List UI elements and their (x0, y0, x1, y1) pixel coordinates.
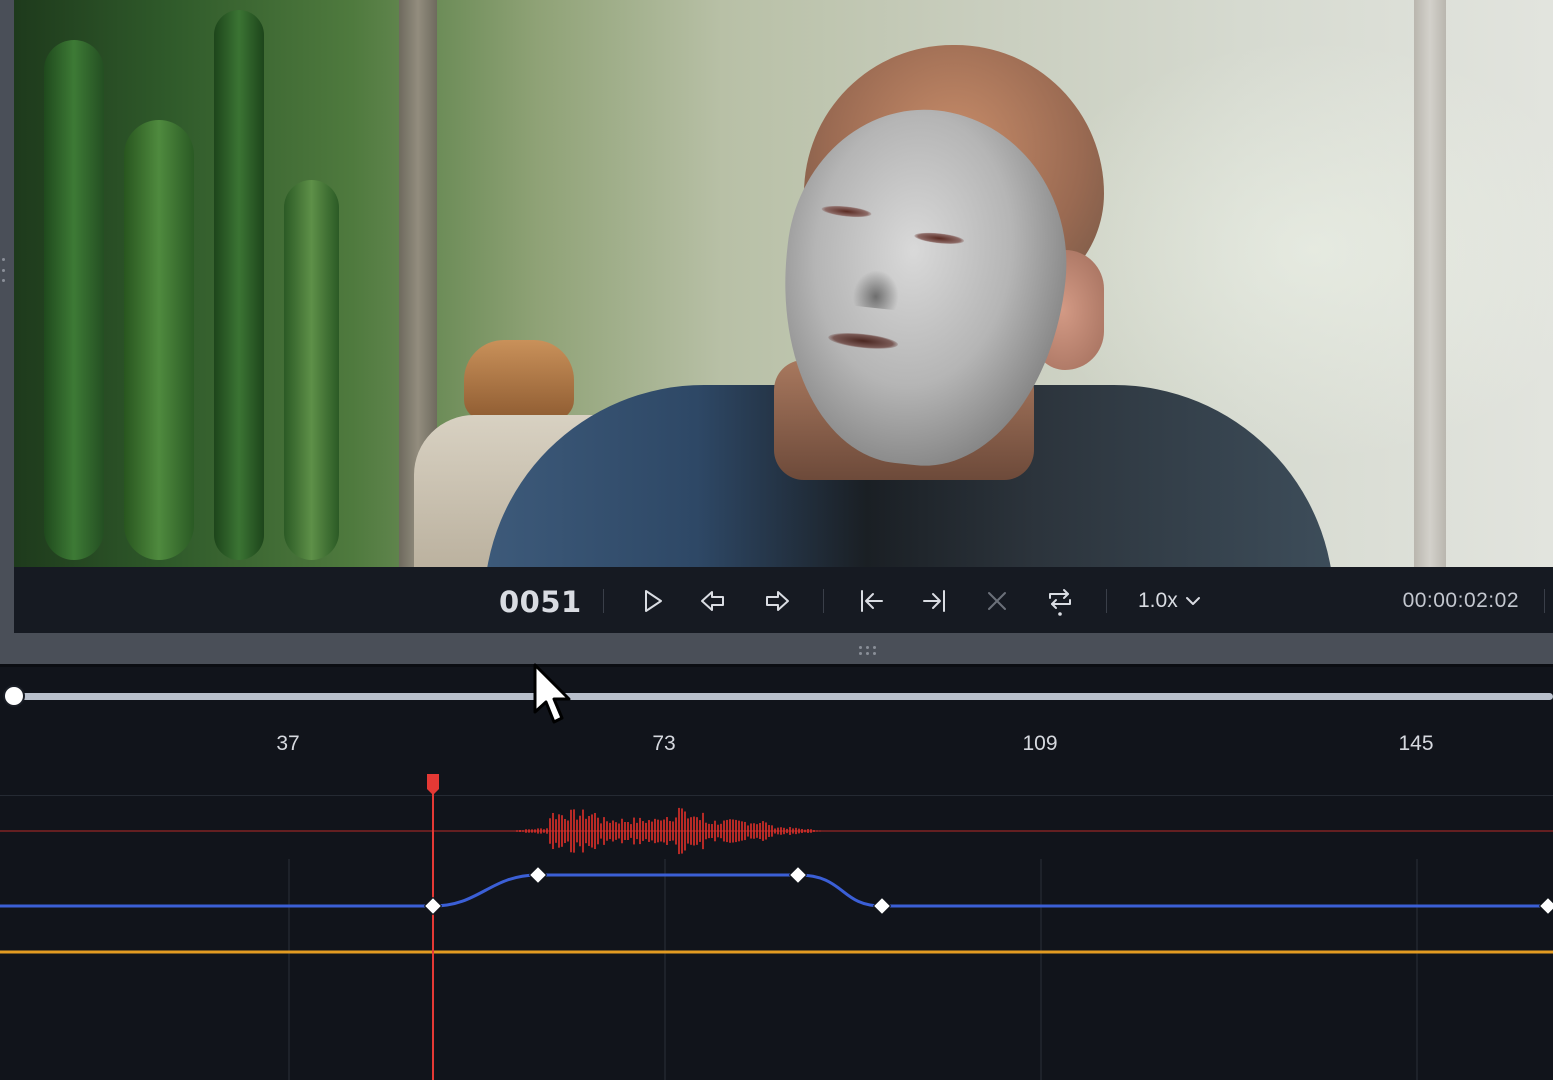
video-preview (14, 0, 1553, 567)
play-button[interactable] (634, 583, 670, 619)
panel-resize-handle[interactable] (856, 643, 878, 657)
step-forward-button[interactable] (759, 583, 795, 619)
frame-counter: 0051 (499, 585, 582, 619)
background-cactus (214, 10, 264, 560)
mask-eye-left (821, 203, 872, 220)
jump-to-start-icon (861, 590, 883, 612)
timeline-panel: 37 73 109 145 (0, 664, 1553, 1080)
audio-waveform (0, 807, 1553, 855)
viewer-panel: 0051 1.0x 00:00:02:02 (0, 0, 1553, 664)
jump-to-end-button[interactable] (916, 583, 952, 619)
grid-lines (288, 859, 1418, 1080)
keyframe[interactable] (788, 865, 808, 885)
keyframe[interactable] (423, 896, 443, 916)
transport-separator (823, 589, 824, 613)
playhead[interactable] (427, 774, 439, 1080)
background-cactus (124, 120, 194, 560)
playback-speed-value: 1.0x (1138, 589, 1178, 612)
loop-icon (1049, 589, 1071, 616)
curve-editor[interactable] (0, 664, 1553, 1080)
playback-speed-select[interactable]: 1.0x (1138, 587, 1202, 615)
clear-button[interactable] (979, 583, 1015, 619)
transport-separator (603, 589, 604, 613)
background-cactus (44, 40, 104, 560)
keyframe[interactable] (528, 865, 548, 885)
loop-button[interactable] (1042, 583, 1078, 619)
step-back-icon (701, 591, 724, 611)
app-window: 0051 1.0x 00:00:02:02 37 73 109 145 (0, 0, 1553, 1080)
jump-to-start-button[interactable] (854, 583, 890, 619)
background-pot (464, 340, 574, 420)
chevron-down-icon (1185, 597, 1200, 605)
step-back-button[interactable] (695, 583, 731, 619)
transport-separator (1544, 589, 1545, 613)
jump-to-end-icon (923, 590, 945, 612)
step-forward-icon (766, 591, 789, 611)
keyframe[interactable] (872, 896, 892, 916)
clear-icon (988, 592, 1006, 610)
left-panel-gutter (0, 0, 14, 664)
keyframe[interactable] (1538, 896, 1553, 916)
mask-nose (851, 267, 902, 311)
mask-mouth (827, 330, 899, 352)
background-window-post (1414, 0, 1446, 567)
play-icon (645, 590, 662, 612)
timecode-display: 00:00:02:02 (1402, 589, 1519, 612)
transport-bar: 0051 1.0x 00:00:02:02 (14, 567, 1553, 633)
background-cactus (284, 180, 339, 560)
animation-curve-blue[interactable] (0, 873, 1553, 908)
left-resize-grip-icon[interactable] (2, 258, 6, 282)
mask-eye-right (913, 230, 965, 246)
transport-separator (1106, 589, 1107, 613)
